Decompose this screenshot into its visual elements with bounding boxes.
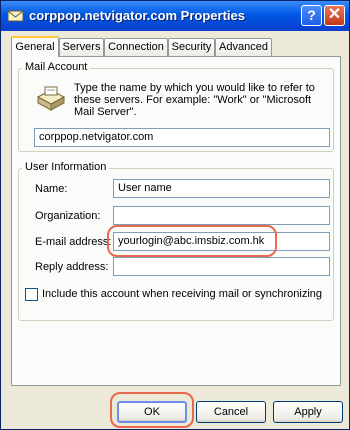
properties-dialog: corppop.netvigator.com Properties ? ✕ Ge…: [0, 0, 350, 430]
mail-account-group-label: Mail Account: [22, 61, 91, 73]
mail-account-description: Type the name by which you would like to…: [74, 82, 315, 118]
email-highlight-annotation: [107, 225, 277, 257]
organization-field[interactable]: [113, 206, 330, 225]
tab-general[interactable]: General: [11, 36, 59, 57]
general-tab-panel: Mail Account Type the name by which you …: [11, 56, 341, 386]
mail-account-icon: [36, 86, 66, 111]
include-account-label: Include this account when receiving mail…: [42, 288, 323, 300]
title-bar[interactable]: corppop.netvigator.com Properties ? ✕: [1, 1, 349, 31]
tab-connection[interactable]: Connection: [104, 38, 168, 56]
tab-security[interactable]: Security: [168, 38, 215, 56]
window-title: corppop.netvigator.com Properties: [29, 8, 245, 23]
user-information-group-label: User Information: [22, 161, 110, 173]
include-account-checkbox[interactable]: [25, 288, 38, 301]
reply-address-label: Reply address:: [35, 261, 109, 273]
account-name-field[interactable]: corppop.netvigator.com: [34, 128, 330, 147]
name-label: Name:: [35, 183, 68, 195]
tab-servers[interactable]: Servers: [59, 38, 104, 56]
tab-advanced[interactable]: Advanced: [215, 38, 272, 56]
help-button[interactable]: ?: [301, 5, 322, 26]
apply-button[interactable]: Apply: [273, 401, 343, 423]
close-button[interactable]: ✕: [324, 5, 345, 26]
email-label: E-mail address:: [35, 236, 112, 248]
reply-address-field[interactable]: [113, 257, 330, 276]
name-field[interactable]: User name: [113, 179, 330, 198]
mail-server-icon: [7, 10, 24, 22]
cancel-button[interactable]: Cancel: [196, 401, 266, 423]
ok-button[interactable]: OK: [117, 401, 187, 423]
organization-label: Organization:: [35, 210, 101, 222]
